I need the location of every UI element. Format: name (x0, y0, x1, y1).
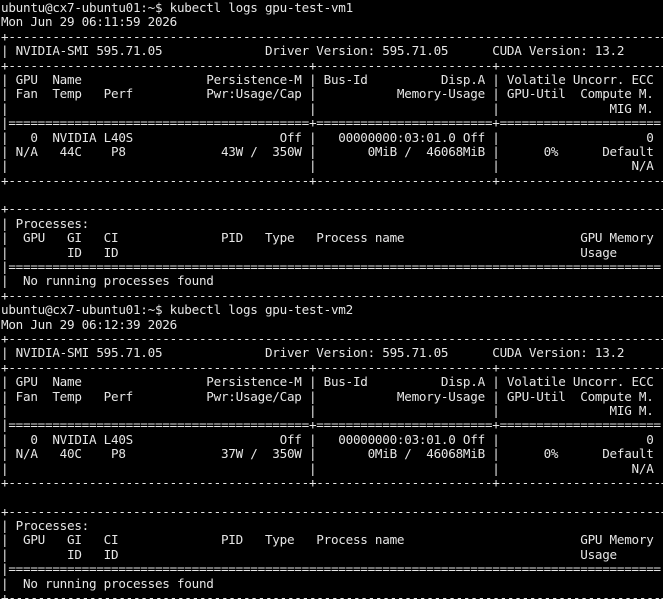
terminal-output-line: | GPU Name Persistence-M | Bus-Id Disp.A… (1, 71, 663, 87)
terminal-output-line: |=======================================… (1, 115, 663, 131)
terminal-output-line: | | | N/A | (1, 460, 663, 476)
terminal-output-line: | GPU GI CI PID Type Process name GPU Me… (1, 230, 663, 246)
terminal-output-line: | 0 NVIDIA L40S Off | 00000000:03:01.0 O… (1, 431, 663, 447)
terminal-output-line: +---------------------------------------… (1, 28, 663, 44)
terminal-output-line: | Fan Temp Perf Pwr:Usage/Cap | Memory-U… (1, 388, 663, 404)
terminal-window[interactable]: ubuntu@cx7-ubuntu01:~$ kubectl logs gpu-… (0, 0, 663, 599)
terminal-output-line: | ID ID Usage | (1, 244, 663, 260)
terminal-output-line: +---------------------------------------… (1, 57, 663, 73)
terminal-output-line: |=======================================… (1, 417, 663, 433)
terminal-output-line: | GPU Name Persistence-M | Bus-Id Disp.A… (1, 374, 663, 390)
terminal-output-line: | 0 NVIDIA L40S Off | 00000000:03:01.0 O… (1, 129, 663, 145)
terminal-output-line: | Fan Temp Perf Pwr:Usage/Cap | Memory-U… (1, 86, 663, 102)
terminal-output-line: +---------------------------------------… (1, 172, 663, 188)
terminal-output-line: |=======================================… (1, 259, 663, 275)
terminal-output-line: | N/A 40C P8 37W / 350W | 0MiB / 46068Mi… (1, 446, 663, 462)
terminal-output-line: | | | MIG M. | (1, 402, 663, 418)
shell-prompt-line: ubuntu@cx7-ubuntu01:~$ kubectl logs gpu-… (1, 302, 353, 318)
terminal-output-line: Mon Jun 29 06:11:59 2026 (1, 14, 177, 30)
terminal-output-line: +---------------------------------------… (1, 201, 663, 217)
terminal-output-line: | | | N/A | (1, 158, 663, 174)
terminal-output-line: |=======================================… (1, 561, 663, 577)
terminal-output-line: | NVIDIA-SMI 595.71.05 Driver Version: 5… (1, 43, 663, 59)
terminal-output-line: | No running processes found | (1, 575, 663, 591)
terminal-output-line: | GPU GI CI PID Type Process name GPU Me… (1, 532, 663, 548)
terminal-output-line: +---------------------------------------… (1, 590, 663, 599)
terminal-output-line: +---------------------------------------… (1, 330, 663, 346)
terminal-output-line: | | | MIG M. | (1, 100, 663, 116)
terminal-output-line: | Processes: | (1, 215, 663, 231)
terminal-output-line: +---------------------------------------… (1, 503, 663, 519)
terminal-output-line: | No running processes found | (1, 273, 663, 289)
terminal-output-line: | Processes: | (1, 518, 663, 534)
terminal-output-line: +---------------------------------------… (1, 287, 663, 303)
terminal-output-line: +---------------------------------------… (1, 474, 663, 490)
terminal-output-line: +---------------------------------------… (1, 359, 663, 375)
terminal-output-line: Mon Jun 29 06:12:39 2026 (1, 316, 177, 332)
terminal-output-line: | NVIDIA-SMI 595.71.05 Driver Version: 5… (1, 345, 663, 361)
terminal-output-line: | ID ID Usage | (1, 546, 663, 562)
terminal-output-line: | N/A 44C P8 43W / 350W | 0MiB / 46068Mi… (1, 143, 663, 159)
shell-prompt-line: ubuntu@cx7-ubuntu01:~$ kubectl logs gpu-… (1, 0, 353, 15)
